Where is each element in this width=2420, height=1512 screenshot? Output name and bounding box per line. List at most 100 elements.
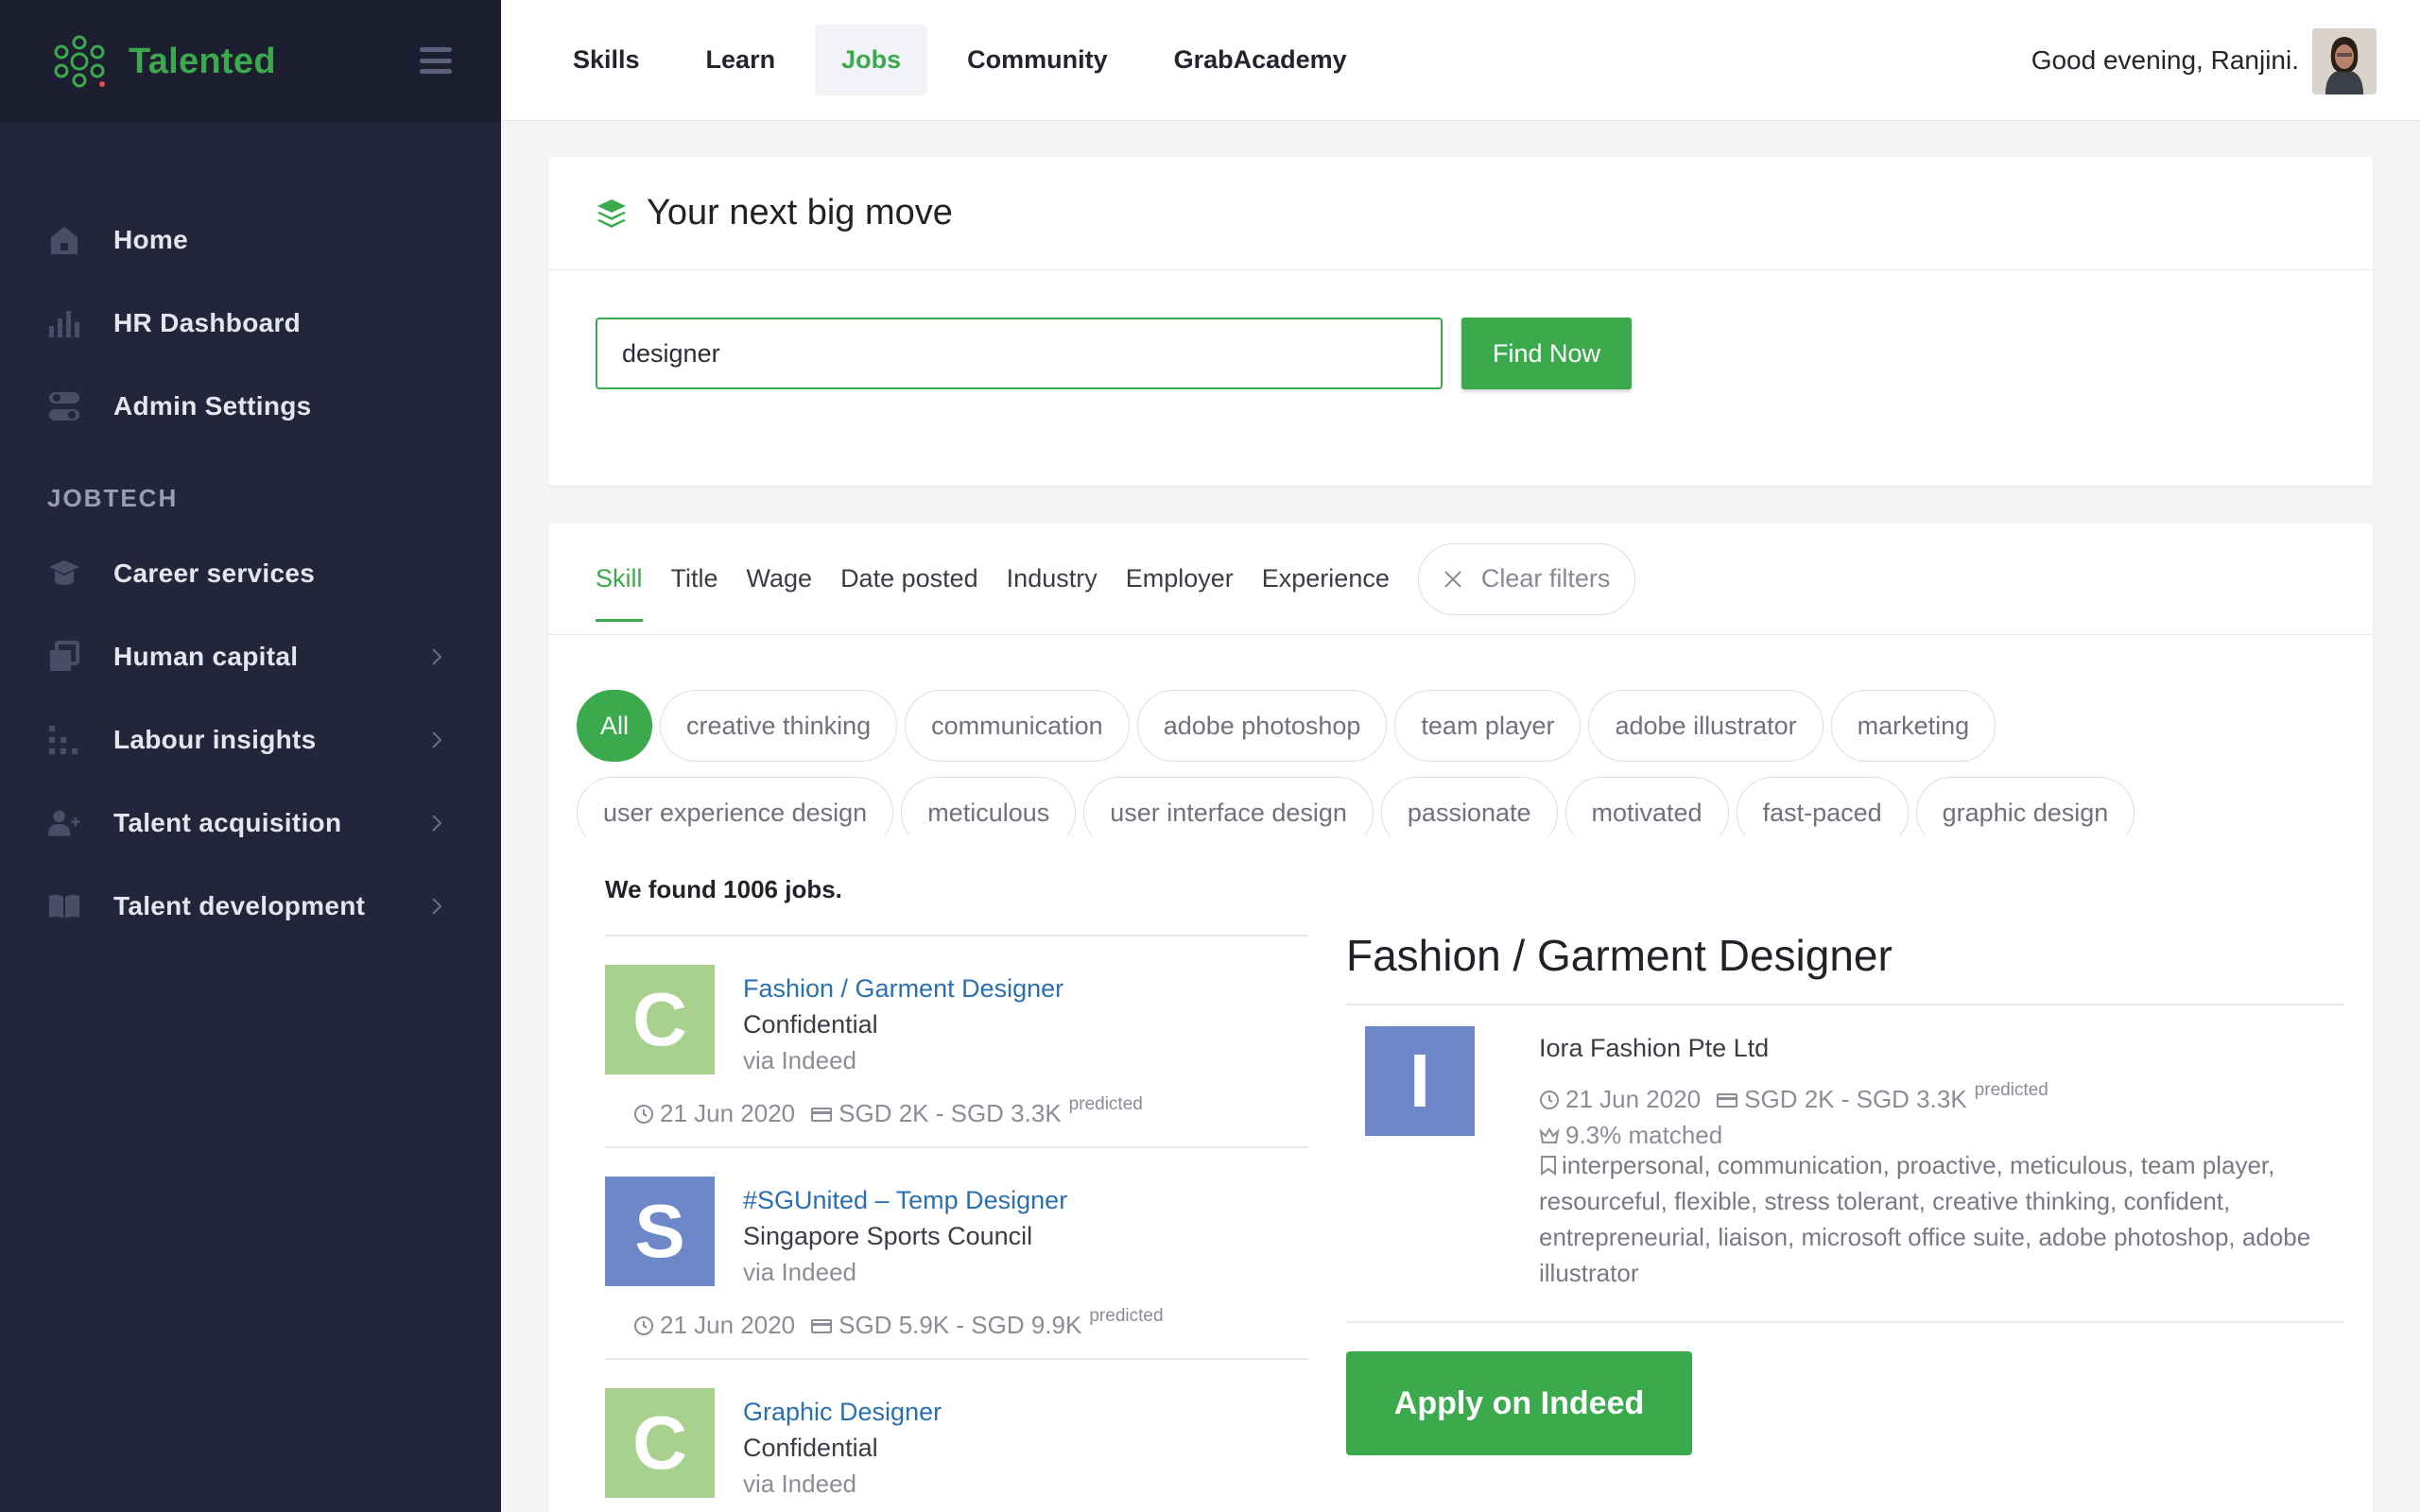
skill-chip[interactable]: marketing	[1830, 690, 1996, 762]
menu-toggle-icon[interactable]	[420, 47, 452, 74]
sidebar-item-admin-settings[interactable]: Admin Settings	[0, 365, 501, 448]
tab-jobs[interactable]: Jobs	[815, 25, 928, 95]
job-detail-company: Iora Fashion Pte Ltd	[1539, 1034, 1770, 1062]
filter-tab-wage[interactable]: Wage	[747, 524, 813, 635]
card-icon	[811, 1107, 833, 1122]
book-icon	[47, 889, 81, 923]
skill-chip[interactable]: creative thinking	[660, 690, 898, 762]
filter-tab-title[interactable]: Title	[671, 524, 718, 635]
search-card-header: Your next big move	[548, 157, 2373, 270]
find-now-button[interactable]: Find Now	[1461, 318, 1632, 389]
add-user-icon	[47, 806, 81, 840]
divider	[1346, 1321, 2344, 1323]
job-detail-date: 21 Jun 2020	[1565, 1085, 1702, 1113]
filter-tab-date-posted[interactable]: Date posted	[840, 524, 978, 635]
sidebar-item-hr-dashboard[interactable]: HR Dashboard	[0, 282, 501, 365]
skill-chip[interactable]: adobe illustrator	[1588, 690, 1824, 762]
sidebar-nav: Home HR Dashboard Admin Settings JOBTECH…	[0, 123, 501, 948]
company-logo-letter: C	[632, 977, 687, 1061]
filter-tab-skill[interactable]: Skill	[596, 524, 643, 635]
clock-icon	[634, 1104, 653, 1124]
graduation-cap-icon	[47, 557, 81, 591]
company-logo-letter: C	[632, 1400, 687, 1485]
sidebar-item-home[interactable]: Home	[0, 198, 501, 282]
clock-icon	[634, 1315, 653, 1335]
tab-skills[interactable]: Skills	[546, 25, 666, 95]
sidebar-item-label: Talent acquisition	[113, 808, 342, 837]
job-detail-panel: Fashion / Garment Designer I Iora Fashio…	[1346, 930, 2344, 1455]
job-detail-match-value: 9.3% matched	[1565, 1121, 1723, 1149]
sidebar-item-label: Home	[113, 225, 188, 254]
job-detail-skills-text: interpersonal, communication, proactive,…	[1539, 1151, 2311, 1287]
sidebar-item-label: HR Dashboard	[113, 308, 302, 337]
apply-button[interactable]: Apply on Indeed	[1346, 1351, 1692, 1455]
company-logo: C	[605, 1388, 715, 1498]
filter-tab-experience[interactable]: Experience	[1262, 524, 1390, 635]
tab-learn[interactable]: Learn	[680, 25, 803, 95]
clear-filters-button[interactable]: Clear filters	[1417, 542, 1636, 615]
list-item[interactable]: S #SGUnited – Temp Designer Singapore Sp…	[605, 1146, 1308, 1358]
chevron-right-icon	[432, 731, 442, 748]
job-source: via Indeed	[743, 1046, 856, 1074]
salary-predicted-note: predicted	[1089, 1305, 1164, 1326]
sidebar-item-labour-insights[interactable]: Labour insights	[0, 698, 501, 782]
card-icon	[1717, 1092, 1738, 1108]
tab-community[interactable]: Community	[941, 25, 1134, 95]
clock-icon	[1540, 1090, 1559, 1109]
sidebar-item-label: Admin Settings	[113, 391, 312, 421]
sidebar-item-talent-acquisition[interactable]: Talent acquisition	[0, 782, 501, 865]
salary-predicted-note: predicted	[1068, 1093, 1143, 1114]
dots-chart-icon	[47, 723, 81, 757]
list-item[interactable]: C Fashion / Garment Designer Confidentia…	[605, 935, 1308, 1146]
search-input[interactable]	[596, 318, 1443, 389]
job-title-link[interactable]: Graphic Designer	[743, 1398, 942, 1427]
chevron-right-icon	[432, 648, 442, 665]
job-detail-match: 9.3% matched	[1539, 1121, 1722, 1150]
job-meta: 21 Jun 2020 SGD 5.9K - SGD 9.9K predicte…	[633, 1306, 1164, 1340]
user-greeting: Good evening, Ranjini.	[2031, 45, 2299, 75]
bookmark-icon	[1541, 1156, 1556, 1176]
job-company: Confidential	[743, 1010, 878, 1039]
chevron-right-icon	[432, 898, 442, 915]
company-logo: I	[1365, 1026, 1475, 1136]
card-icon	[811, 1318, 833, 1333]
job-meta: 21 Jun 2020 SGD 2K - SGD 3.3K predicted	[633, 1094, 1143, 1128]
skill-chip[interactable]: adobe photoshop	[1136, 690, 1388, 762]
results-card: Skill Title Wage Date posted Industry Em…	[548, 524, 2373, 1512]
sidebar: Talented Home HR Dashboard Admin Setting…	[0, 0, 501, 1512]
skill-chip[interactable]: team player	[1394, 690, 1582, 762]
job-title-link[interactable]: #SGUnited – Temp Designer	[743, 1186, 1067, 1215]
sidebar-item-career-services[interactable]: Career services	[0, 532, 501, 615]
crown-icon	[1539, 1126, 1560, 1143]
tab-grabacademy[interactable]: GrabAcademy	[1148, 25, 1374, 95]
sidebar-item-human-capital[interactable]: Human capital	[0, 615, 501, 698]
filter-tabs: Skill Title Wage Date posted Industry Em…	[548, 524, 2373, 635]
job-salary: SGD 2K - SGD 3.3K	[838, 1099, 1062, 1127]
skill-chip-all[interactable]: All	[577, 690, 653, 762]
app-name[interactable]: Talented	[129, 42, 276, 82]
company-logo-letter: I	[1409, 1039, 1431, 1123]
sidebar-item-label: Human capital	[113, 642, 299, 671]
job-date: 21 Jun 2020	[660, 1311, 796, 1339]
chevron-right-icon	[432, 815, 442, 832]
toggle-icon	[47, 389, 81, 423]
job-source: via Indeed	[743, 1469, 856, 1498]
search-card: Your next big move Find Now	[548, 157, 2373, 486]
skill-chip[interactable]: communication	[905, 690, 1130, 762]
top-navigation: Skills Learn Jobs Community GrabAcademy …	[501, 0, 2420, 121]
job-detail-meta: 21 Jun 2020 SGD 2K - SGD 3.3K predicted	[1539, 1080, 2048, 1114]
close-icon	[1444, 570, 1461, 588]
layers-icon	[597, 198, 626, 228]
job-title-link[interactable]: Fashion / Garment Designer	[743, 974, 1063, 1004]
job-date: 21 Jun 2020	[660, 1099, 796, 1127]
job-list: C Fashion / Garment Designer Confidentia…	[605, 935, 1308, 1512]
company-logo: S	[605, 1177, 715, 1286]
list-item[interactable]: C Graphic Designer Confidential via Inde…	[605, 1358, 1308, 1512]
job-detail-title: Fashion / Garment Designer	[1346, 930, 2344, 1005]
sidebar-item-talent-development[interactable]: Talent development	[0, 865, 501, 948]
filter-tab-industry[interactable]: Industry	[1007, 524, 1098, 635]
avatar[interactable]	[2312, 28, 2377, 94]
chip-row: All creative thinking communication adob…	[577, 690, 2354, 762]
filter-tab-employer[interactable]: Employer	[1126, 524, 1234, 635]
sidebar-item-label: Career services	[113, 558, 316, 588]
